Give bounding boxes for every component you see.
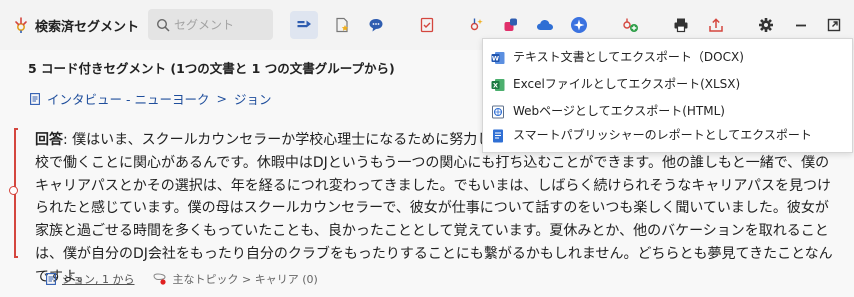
segment-code-label: 主なトピック > キャリア (0) xyxy=(172,273,318,286)
color-squares-icon xyxy=(504,18,517,31)
export-html-item[interactable]: Webページとしてエクスポート(HTML) xyxy=(483,99,852,123)
export-docx-label: テキスト文書としてエクスポート（DOCX) xyxy=(513,50,744,64)
minimize-icon xyxy=(796,24,806,27)
export-xlsx-item[interactable]: X Excelファイルとしてエクスポート(XLSX) xyxy=(483,72,852,96)
code-color-button[interactable] xyxy=(497,11,525,39)
new-code-button[interactable] xyxy=(616,11,644,39)
export-report-label: スマートパブリッシャーのレポートとしてエクスポート xyxy=(513,128,812,142)
export-xlsx-label: Excelファイルとしてエクスポート(XLSX) xyxy=(513,77,741,91)
web-icon xyxy=(491,104,505,119)
search-icon xyxy=(156,18,170,32)
comment-icon xyxy=(369,19,383,32)
app-title-label: 検索済セグメント xyxy=(35,19,140,35)
svg-text:X: X xyxy=(493,82,498,90)
excel-icon: X xyxy=(491,77,505,91)
breadcrumb: インタビュー - ニューヨーク > ジョン xyxy=(30,89,271,108)
document-group-link[interactable]: インタビュー - ニューヨーク xyxy=(47,89,209,108)
search-input[interactable] xyxy=(170,17,269,32)
export-html-label: Webページとしてエクスポート(HTML) xyxy=(513,104,725,118)
comment-button[interactable] xyxy=(362,11,390,39)
speaker-colon: : xyxy=(63,132,73,148)
print-button[interactable] xyxy=(667,11,695,39)
code-tag-icon xyxy=(152,273,167,285)
segment-footer: ジョン, 1 から 主なトピック > キャリア (0) xyxy=(46,271,318,287)
gear-icon xyxy=(759,18,773,32)
popout-icon xyxy=(827,18,841,32)
export-docx-item[interactable]: W テキスト文書としてエクスポート（DOCX) xyxy=(483,45,852,69)
add-code-icon xyxy=(623,18,638,32)
document-star-icon xyxy=(336,17,349,33)
popout-button[interactable] xyxy=(820,11,848,39)
ai-assist-button[interactable] xyxy=(565,11,593,39)
document-favorite-button[interactable] xyxy=(328,11,356,39)
report-icon xyxy=(491,128,505,143)
segment-body: 僕はいま、スクールカウンセラーか学校心理士になるために努力しています。僕の趣味を… xyxy=(35,132,833,285)
minimize-button[interactable] xyxy=(787,11,815,39)
smart-coding-button[interactable] xyxy=(462,11,490,39)
speaker-label: 回答 xyxy=(35,132,63,148)
app-title: 検索済セグメント xyxy=(12,15,139,35)
ai-assist-icon xyxy=(571,17,587,33)
search-box[interactable] xyxy=(148,9,273,40)
cloud-button[interactable] xyxy=(531,11,559,39)
show-codes-button[interactable] xyxy=(290,11,318,39)
breadcrumb-separator: > xyxy=(216,91,227,106)
cloud-icon xyxy=(537,20,553,30)
code-segments-icon xyxy=(12,16,30,34)
export-button[interactable] xyxy=(702,11,730,39)
print-icon xyxy=(674,18,688,33)
export-report-item[interactable]: スマートパブリッシャーのレポートとしてエクスポート xyxy=(483,123,852,147)
document-icon xyxy=(46,273,56,285)
word-icon: W xyxy=(491,50,505,64)
segment-source-link[interactable]: ジョン, 1 から xyxy=(62,271,135,287)
svg-text:W: W xyxy=(492,55,499,63)
document-activate-icon xyxy=(420,17,434,33)
activate-document-button[interactable] xyxy=(413,11,441,39)
settings-button[interactable] xyxy=(752,11,780,39)
code-list-icon xyxy=(297,20,311,28)
document-icon xyxy=(30,92,40,105)
export-icon xyxy=(709,18,723,32)
export-menu: W テキスト文書としてエクスポート（DOCX) X Excelファイルとしてエク… xyxy=(482,38,853,153)
document-link[interactable]: ジョン xyxy=(234,89,272,108)
code-sparkle-icon xyxy=(470,18,483,31)
segment-summary: 5 コード付きセグメント (1つの文書と 1 つの文書グループから) xyxy=(28,61,395,76)
segment-marker-handle[interactable] xyxy=(9,186,18,195)
